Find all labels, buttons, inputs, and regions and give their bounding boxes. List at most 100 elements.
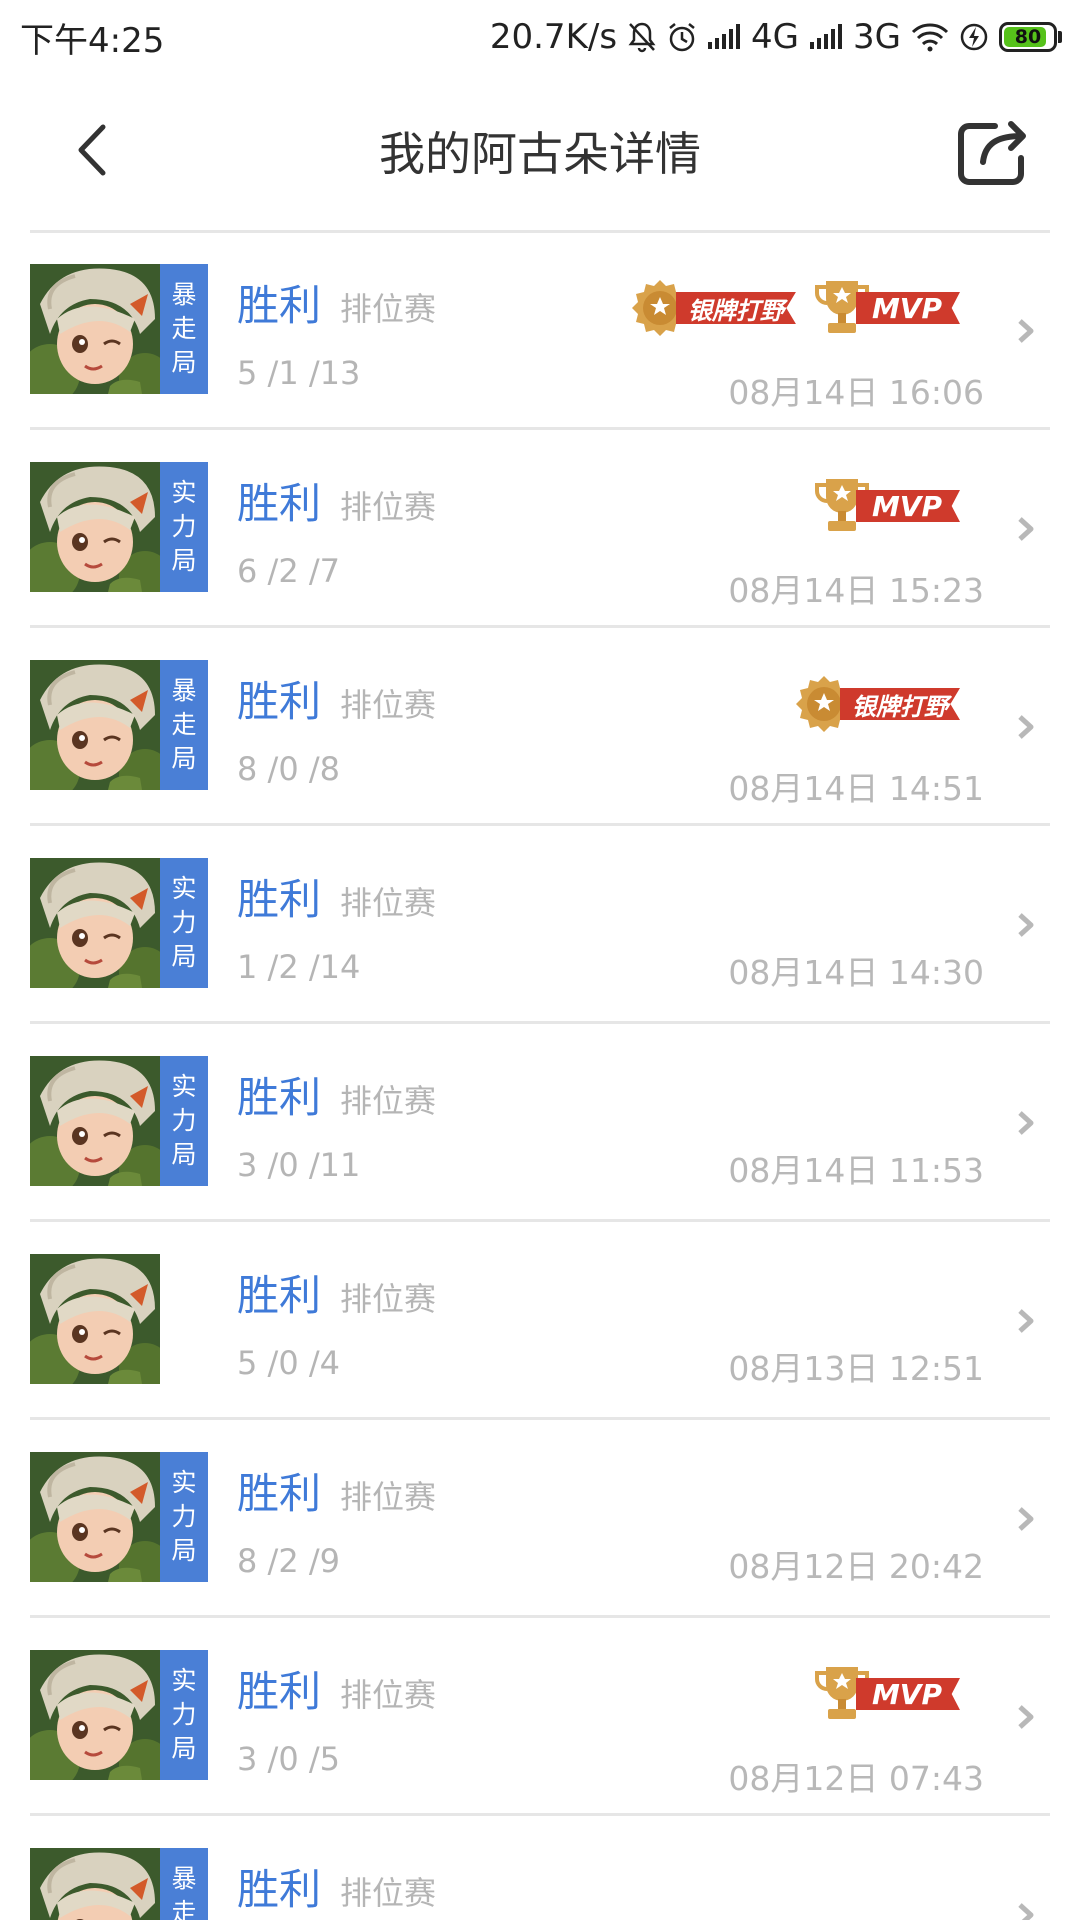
mvp-badge: MVP xyxy=(814,276,960,340)
match-list: 暴走局 胜利 排位赛 5 /1 /13 银牌打野 MVP 08月14日 16:0… xyxy=(0,232,1080,1920)
mode-tag: 实力局 xyxy=(160,462,208,592)
match-time: 08月14日 16:06 xyxy=(728,373,984,412)
header: 我的阿古朵详情 xyxy=(0,74,1080,233)
match-time: 08月14日 11:53 xyxy=(728,1151,984,1190)
badge-label: 银牌打野 xyxy=(840,688,960,720)
match-type: 排位赛 xyxy=(340,1478,437,1516)
signal-icon xyxy=(707,24,741,50)
hero-avatar xyxy=(30,1056,160,1186)
badge-group: 银牌打野 MVP xyxy=(630,276,960,340)
mode-tag: 暴走局 xyxy=(160,660,208,790)
match-result: 胜利 xyxy=(237,1667,322,1716)
share-button[interactable] xyxy=(950,110,1036,194)
mode-tag: 实力局 xyxy=(160,858,208,988)
match-type: 排位赛 xyxy=(340,1874,437,1912)
chevron-right-icon xyxy=(1018,1903,1034,1920)
status-bar: 下午4:25 20.7K/s 4G 3G 80 xyxy=(0,0,1080,74)
match-result: 胜利 xyxy=(237,1271,322,1320)
share-icon xyxy=(958,121,1026,185)
row-arrow xyxy=(1014,1702,1038,1732)
match-type: 排位赛 xyxy=(340,1082,437,1120)
mvp-badge: MVP xyxy=(814,474,960,538)
mode-tag: 实力局 xyxy=(160,1056,208,1186)
hero-avatar xyxy=(30,1650,160,1780)
signal-icon xyxy=(809,24,843,50)
match-result: 胜利 xyxy=(237,479,322,528)
network-type-1: 4G xyxy=(751,17,800,57)
row-arrow xyxy=(1014,1900,1038,1920)
mode-tag: 实力局 xyxy=(160,1452,208,1582)
match-time: 08月12日 07:43 xyxy=(728,1759,984,1798)
row-arrow xyxy=(1014,1306,1038,1336)
badge-label: MVP xyxy=(855,1678,960,1710)
wifi-icon xyxy=(911,22,949,52)
page-title: 我的阿古朵详情 xyxy=(379,127,701,181)
hero-avatar xyxy=(30,462,160,592)
badge-label: MVP xyxy=(855,292,960,324)
hero-avatar xyxy=(30,1848,160,1920)
hero-avatar xyxy=(30,660,160,790)
hero-avatar-wrap: 暴走局 xyxy=(30,264,208,394)
row-arrow xyxy=(1014,1504,1038,1534)
hero-avatar-wrap xyxy=(30,1254,208,1384)
match-kda: 8 /0 /8 xyxy=(237,750,340,788)
match-type: 排位赛 xyxy=(340,884,437,922)
alarm-icon xyxy=(667,21,697,53)
match-result: 胜利 xyxy=(237,1073,322,1122)
match-result: 胜利 xyxy=(237,1865,322,1914)
match-time: 08月14日 14:30 xyxy=(728,953,984,992)
row-arrow xyxy=(1014,910,1038,940)
badge-label: 银牌打野 xyxy=(675,292,796,324)
hero-avatar-wrap: 实力局 xyxy=(30,462,208,592)
match-row[interactable]: 实力局 胜利 排位赛 8 /2 /9 08月12日 20:42 xyxy=(30,1420,1050,1618)
match-kda: 8 /2 /9 xyxy=(237,1542,340,1580)
match-row[interactable]: 胜利 排位赛 5 /0 /4 08月13日 12:51 xyxy=(30,1222,1050,1420)
network-type-2: 3G xyxy=(853,17,901,57)
match-type: 排位赛 xyxy=(340,1280,437,1318)
match-row[interactable]: 实力局 胜利 排位赛 6 /2 /7 MVP 08月14日 15:23 xyxy=(30,430,1050,628)
match-row[interactable]: 暴走局 胜利 排位赛 8 /0 /8 银牌打野 08月14日 14:51 xyxy=(30,628,1050,826)
match-row[interactable]: 实力局 胜利 排位赛 3 /0 /11 08月14日 11:53 xyxy=(30,1024,1050,1222)
match-row[interactable]: 实力局 胜利 排位赛 1 /2 /14 08月14日 14:30 xyxy=(30,826,1050,1024)
match-time: 08月14日 15:23 xyxy=(728,571,984,610)
hero-avatar-wrap: 实力局 xyxy=(30,1650,208,1780)
badge-group: MVP xyxy=(814,1662,960,1726)
chevron-right-icon xyxy=(1018,1309,1034,1333)
mode-tag: 实力局 xyxy=(160,1650,208,1780)
network-speed: 20.7K/s xyxy=(489,17,618,57)
row-arrow xyxy=(1014,316,1038,346)
match-result: 胜利 xyxy=(237,281,322,330)
chevron-right-icon xyxy=(1018,715,1034,739)
match-row[interactable]: 实力局 胜利 排位赛 3 /0 /5 MVP 08月12日 07:43 xyxy=(30,1618,1050,1816)
match-kda: 1 /2 /14 xyxy=(237,948,361,986)
battery-icon: 80 xyxy=(999,22,1062,52)
chevron-right-icon xyxy=(1018,1111,1034,1135)
match-kda: 5 /0 /4 xyxy=(237,1344,340,1382)
match-type: 排位赛 xyxy=(340,488,437,526)
match-time: 08月12日 20:42 xyxy=(728,1547,984,1586)
hero-avatar xyxy=(30,264,160,394)
row-arrow xyxy=(1014,1108,1038,1138)
hero-avatar xyxy=(30,858,160,988)
hero-avatar xyxy=(30,1254,160,1384)
row-arrow xyxy=(1014,712,1038,742)
hero-avatar xyxy=(30,1452,160,1582)
mode-tag: 暴走局 xyxy=(160,1848,208,1920)
chevron-right-icon xyxy=(1018,517,1034,541)
match-row[interactable]: 暴走局 胜利 排位赛 xyxy=(30,1816,1050,1920)
mvp-badge: MVP xyxy=(814,1662,960,1726)
match-result: 胜利 xyxy=(237,1469,322,1518)
match-row[interactable]: 暴走局 胜利 排位赛 5 /1 /13 银牌打野 MVP 08月14日 16:0… xyxy=(30,232,1050,430)
hero-avatar-wrap: 实力局 xyxy=(30,858,208,988)
match-kda: 6 /2 /7 xyxy=(237,552,340,590)
match-type: 排位赛 xyxy=(340,290,437,328)
hero-avatar-wrap: 实力局 xyxy=(30,1452,208,1582)
match-kda: 3 /0 /5 xyxy=(237,1740,340,1778)
battery-level: 80 xyxy=(1014,26,1042,48)
match-type: 排位赛 xyxy=(340,686,437,724)
badge-label: MVP xyxy=(855,490,960,522)
hero-avatar-wrap: 实力局 xyxy=(30,1056,208,1186)
match-kda: 3 /0 /11 xyxy=(237,1146,361,1184)
row-arrow xyxy=(1014,514,1038,544)
match-time: 08月14日 14:51 xyxy=(728,769,984,808)
